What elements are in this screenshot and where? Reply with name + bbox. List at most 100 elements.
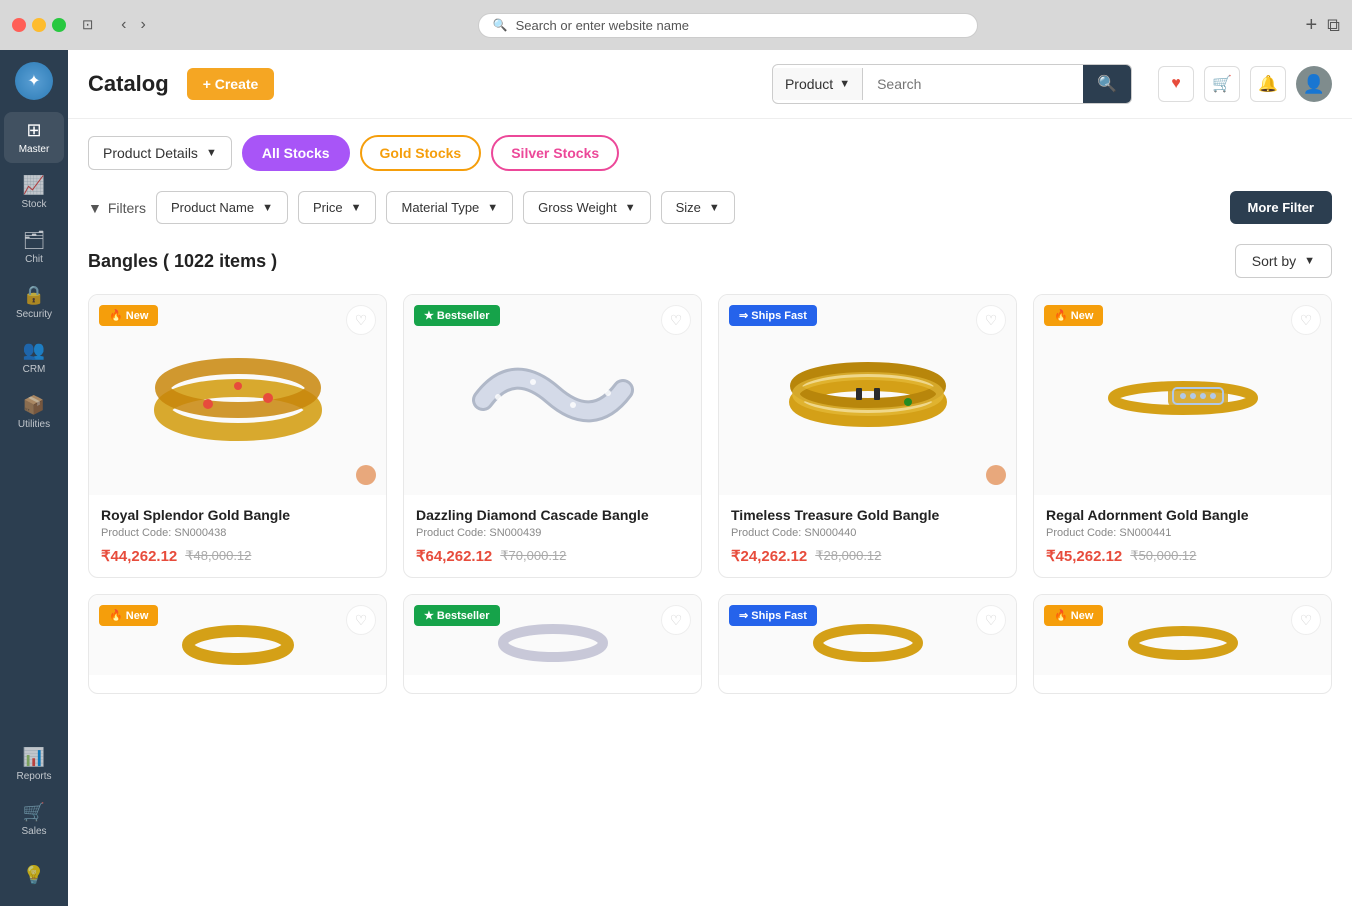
price-original: ₹48,000.12	[185, 548, 251, 564]
product-image	[808, 605, 928, 665]
app-logo: ✦	[15, 62, 53, 100]
browser-controls: ‹ ›	[117, 14, 150, 36]
product-card[interactable]: 🔥 New ♡	[88, 594, 387, 694]
product-code: Product Code: SN000440	[731, 527, 1004, 539]
sidebar-item-sales[interactable]: 🛒 Sales	[4, 794, 64, 845]
wishlist-button[interactable]: ♡	[346, 305, 376, 335]
copy-button[interactable]: ⧉	[1327, 15, 1340, 36]
product-info: Royal Splendor Gold Bangle Product Code:…	[89, 495, 386, 577]
product-grid-row2: 🔥 New ♡ ★ Bestseller ♡	[88, 594, 1332, 694]
bell-icon: 🔔	[1258, 74, 1278, 94]
search-button[interactable]: 🔍	[1083, 65, 1131, 103]
wishlist-button[interactable]: ♡	[346, 605, 376, 635]
close-button[interactable]	[12, 18, 26, 32]
cart-button[interactable]: 🛒	[1204, 66, 1240, 102]
filter-gross-weight[interactable]: Gross Weight ▼	[523, 191, 650, 224]
price-current: ₹24,262.12	[731, 547, 807, 565]
product-name: Dazzling Diamond Cascade Bangle	[416, 507, 689, 523]
product-card[interactable]: 🔥 New ♡ Regal	[1033, 294, 1332, 578]
back-button[interactable]: ‹	[117, 14, 130, 36]
sidebar-item-help[interactable]: 💡	[4, 857, 64, 894]
filter-gross-weight-label: Gross Weight	[538, 200, 617, 215]
product-card[interactable]: ⇒ Ships Fast ♡	[718, 594, 1017, 694]
price-current: ₹45,262.12	[1046, 547, 1122, 565]
wishlist-button[interactable]: ♡	[661, 305, 691, 335]
sidebar-item-master[interactable]: ⊞ Master	[4, 112, 64, 163]
product-details-dropdown[interactable]: Product Details ▼	[88, 136, 232, 170]
sidebar-label-crm: CRM	[23, 364, 46, 375]
sidebar-item-stock[interactable]: 📈 Stock	[4, 167, 64, 218]
product-image	[1123, 605, 1243, 665]
address-text: Search or enter website name	[516, 18, 689, 33]
traffic-lights	[12, 18, 66, 32]
filter-product-name-label: Product Name	[171, 200, 254, 215]
badge-new: 🔥 New	[99, 305, 158, 326]
tab-silver-stocks[interactable]: Silver Stocks	[491, 135, 619, 171]
sidebar-label-chit: Chit	[25, 254, 43, 265]
notifications-button[interactable]: 🔔	[1250, 66, 1286, 102]
wishlist-button[interactable]: ♡	[976, 305, 1006, 335]
product-card[interactable]: ★ Bestseller ♡ Dazzling Diamo	[403, 294, 702, 578]
top-bar: Catalog + Create Product ▼ 🔍 ♥ 🛒 🔔	[68, 50, 1352, 119]
badge-shipsfast: ⇒ Ships Fast	[729, 305, 817, 326]
sidebar-label-security: Security	[16, 309, 52, 320]
favorites-button[interactable]: ♥	[1158, 66, 1194, 102]
create-button[interactable]: + Create	[187, 68, 275, 100]
filter-price[interactable]: Price ▼	[298, 191, 377, 224]
product-name: Regal Adornment Gold Bangle	[1046, 507, 1319, 523]
security-icon: 🔒	[23, 285, 45, 306]
product-card[interactable]: ★ Bestseller ♡	[403, 594, 702, 694]
new-tab-button[interactable]: +	[1305, 14, 1317, 37]
product-image	[778, 330, 958, 460]
sidebar-label-sales: Sales	[21, 826, 46, 837]
sidebar-item-reports[interactable]: 📊 Reports	[4, 739, 64, 790]
filter-price-label: Price	[313, 200, 343, 215]
product-code: Product Code: SN000441	[1046, 527, 1319, 539]
more-filter-button[interactable]: More Filter	[1230, 191, 1332, 224]
tab-gold-stocks[interactable]: Gold Stocks	[360, 135, 482, 171]
sidebar-item-utilities[interactable]: 📦 Utilities	[4, 387, 64, 438]
forward-button[interactable]: ›	[137, 14, 150, 36]
sidebar-label-reports: Reports	[16, 771, 51, 782]
sidebar-item-security[interactable]: 🔒 Security	[4, 277, 64, 328]
user-icon: 👤	[1303, 74, 1325, 95]
wishlist-button[interactable]: ♡	[1291, 305, 1321, 335]
tab-all-stocks[interactable]: All Stocks	[242, 135, 350, 171]
color-dot	[986, 465, 1006, 485]
utilities-icon: 📦	[23, 395, 45, 416]
sidebar-item-crm[interactable]: 👥 CRM	[4, 332, 64, 383]
minimize-button[interactable]	[32, 18, 46, 32]
search-input[interactable]	[863, 68, 1083, 100]
filters-row: ▼ Filters Product Name ▼ Price ▼ Materia…	[88, 191, 1332, 224]
sort-label: Sort by	[1252, 253, 1296, 269]
chevron-down-icon: ▼	[487, 202, 498, 214]
filter-size[interactable]: Size ▼	[661, 191, 735, 224]
main-content: Catalog + Create Product ▼ 🔍 ♥ 🛒 🔔	[68, 50, 1352, 906]
chevron-down-icon: ▼	[351, 202, 362, 214]
sidebar: ✦ ⊞ Master 📈 Stock 🗂 Chit 🔒 Security 👥 C…	[0, 50, 68, 906]
product-card[interactable]: 🔥 New ♡	[1033, 594, 1332, 694]
price-original: ₹28,000.12	[815, 548, 881, 564]
filter-size-label: Size	[676, 200, 701, 215]
price-current: ₹44,262.12	[101, 547, 177, 565]
wishlist-button[interactable]: ♡	[661, 605, 691, 635]
wishlist-button[interactable]: ♡	[1291, 605, 1321, 635]
price-original: ₹50,000.12	[1130, 548, 1196, 564]
filter-material-type[interactable]: Material Type ▼	[386, 191, 513, 224]
search-type-label: Product	[785, 76, 833, 92]
product-card[interactable]: 🔥 New ♡ Royal Splendor Gold Ba	[88, 294, 387, 578]
user-avatar-button[interactable]: 👤	[1296, 66, 1332, 102]
product-image	[148, 330, 328, 460]
maximize-button[interactable]	[52, 18, 66, 32]
product-details-label: Product Details	[103, 145, 198, 161]
filter-product-name[interactable]: Product Name ▼	[156, 191, 288, 224]
search-type-dropdown[interactable]: Product ▼	[773, 68, 863, 100]
product-image	[1093, 330, 1273, 460]
sidebar-toggle-button[interactable]: ⊡	[76, 15, 99, 35]
sidebar-item-chit[interactable]: 🗂 Chit	[4, 222, 64, 273]
sort-button[interactable]: Sort by ▼	[1235, 244, 1332, 278]
address-bar[interactable]: 🔍 Search or enter website name	[478, 13, 978, 38]
product-card[interactable]: ⇒ Ships Fast ♡ T	[718, 294, 1017, 578]
wishlist-button[interactable]: ♡	[976, 605, 1006, 635]
content-area: Product Details ▼ All Stocks Gold Stocks…	[68, 119, 1352, 710]
